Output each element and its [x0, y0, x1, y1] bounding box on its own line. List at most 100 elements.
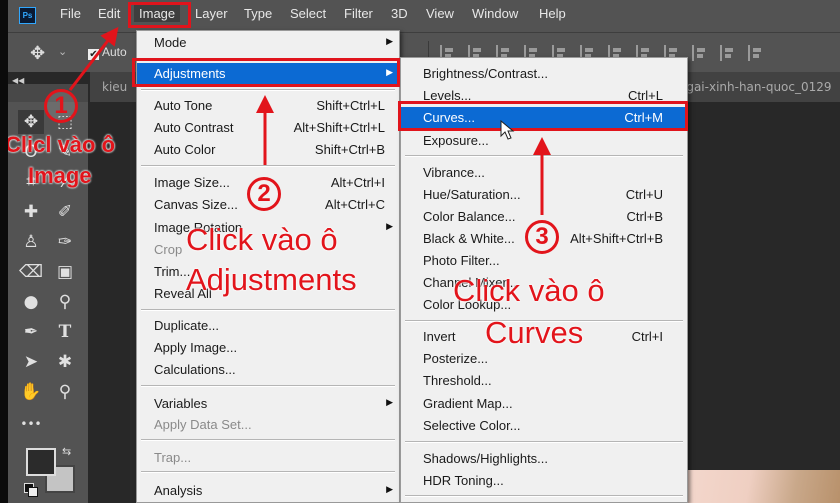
step-2-text-line2: Adjustments [186, 262, 357, 297]
menu-item-levels[interactable]: Levels... Ctrl+L [401, 85, 687, 107]
menu-separator [405, 441, 683, 443]
menu-bar: Ps File Edit Image Layer Type Select Fil… [0, 0, 840, 32]
menu-item-exposure[interactable]: Exposure... [401, 130, 687, 152]
menu-item-shadows-highlights[interactable]: Shadows/Highlights... [401, 448, 687, 470]
more-tools-icon[interactable]: ••• [18, 412, 44, 436]
menu-item-duplicate[interactable]: Duplicate... [137, 315, 399, 337]
menu-item-shortcut: Alt+Shift+Ctrl+L [293, 120, 385, 135]
custom-shape-icon[interactable]: ✱ [52, 350, 78, 374]
menu-item-auto-tone[interactable]: Auto Tone Shift+Ctrl+L [137, 95, 399, 117]
menu-item-label: Vibrance... [423, 165, 485, 180]
menu-item-label: Selective Color... [423, 418, 521, 433]
hand-icon[interactable]: ✋ [18, 380, 44, 404]
swap-colors-icon[interactable]: ⇆ [62, 445, 71, 458]
menu-item-adjustments[interactable]: Adjustments ▶ [137, 63, 399, 85]
step-2-text-line1: Click vào ô [186, 222, 338, 257]
menu-item-trap: Trap... [137, 447, 399, 469]
menu-item-shortcut: Alt+Ctrl+I [330, 175, 385, 190]
menu-3d[interactable]: 3D [391, 6, 408, 21]
menu-edit[interactable]: Edit [98, 6, 120, 21]
menu-help[interactable]: Help [539, 6, 566, 21]
tool-preset-chevron-icon[interactable]: ⌄ [58, 45, 67, 58]
dodge-icon[interactable]: ⚲ [52, 290, 78, 314]
menu-separator [141, 58, 395, 60]
menu-file[interactable]: File [60, 6, 81, 21]
mouse-cursor-icon [500, 120, 515, 140]
menu-separator [141, 89, 395, 91]
step-3-text-line2: Curves [485, 315, 584, 350]
menu-item-gradient-map[interactable]: Gradient Map... [401, 393, 687, 415]
move-tool-icon[interactable]: ✥ [30, 43, 45, 64]
zoom-icon[interactable]: ⚲ [52, 380, 78, 404]
menu-item-label: Auto Contrast [154, 120, 234, 135]
menu-item-auto-color[interactable]: Auto Color Shift+Ctrl+B [137, 139, 399, 161]
menu-item-label: Posterize... [423, 351, 489, 366]
menu-item-curves[interactable]: Curves... Ctrl+M [401, 107, 687, 129]
history-brush-icon[interactable]: ✑ [52, 230, 78, 254]
menu-filter[interactable]: Filter [344, 6, 373, 21]
healing-brush-icon[interactable]: ✚ [18, 200, 44, 224]
menu-item-label: Auto Color [154, 142, 216, 157]
menu-item-apply-image[interactable]: Apply Image... [137, 337, 399, 359]
clone-stamp-icon[interactable]: ♙ [18, 230, 44, 254]
menu-item-label: Duplicate... [154, 318, 220, 333]
menu-item-analysis[interactable]: Analysis ▶ [137, 480, 399, 502]
menu-separator [141, 385, 395, 387]
step-3-text-line1: Click vào ô [453, 273, 605, 308]
submenu-arrow-icon: ▶ [386, 397, 393, 407]
menu-item-label: Variables [154, 396, 208, 411]
photoshop-logo-icon: Ps [19, 7, 36, 24]
menu-item-shortcut: Ctrl+I [631, 329, 663, 344]
menu-select[interactable]: Select [290, 6, 326, 21]
menu-item-brightness-contrast[interactable]: Brightness/Contrast... [401, 63, 687, 85]
menu-type[interactable]: Type [244, 6, 272, 21]
menu-item-variables[interactable]: Variables ▶ [137, 393, 399, 415]
menu-image[interactable]: Image [134, 5, 181, 22]
menu-layer[interactable]: Layer [195, 6, 228, 21]
menu-separator [405, 495, 683, 497]
submenu-arrow-icon: ▶ [386, 221, 393, 231]
menu-separator [141, 309, 395, 311]
eraser-icon[interactable]: ⌫ [18, 260, 44, 284]
step-1-badge: 1 [44, 89, 78, 123]
menu-item-hdr-toning[interactable]: HDR Toning... [401, 470, 687, 492]
path-select-icon[interactable]: ➤ [18, 350, 44, 374]
menu-item-threshold[interactable]: Threshold... [401, 370, 687, 392]
menu-item-label: Image Size... [154, 175, 230, 190]
step-1-text-line1: Clicl vào ô [5, 132, 116, 157]
default-colors-icon[interactable] [24, 483, 38, 497]
step-1-text-line2: Image [28, 163, 92, 188]
checkmark-icon: ✔ [88, 49, 99, 60]
submenu-arrow-icon: ▶ [386, 67, 393, 77]
distribute-right-icon[interactable] [748, 45, 762, 61]
menu-item-label: Calculations... [154, 362, 236, 377]
auto-select-checkbox[interactable]: ✔ Auto [88, 45, 127, 60]
menu-item-calculations[interactable]: Calculations... [137, 359, 399, 381]
gradient-icon[interactable]: ▣ [52, 260, 78, 284]
move-icon[interactable]: ✥ [18, 110, 44, 134]
menu-item-selective-color[interactable]: Selective Color... [401, 415, 687, 437]
distribute-left-icon[interactable] [692, 45, 706, 61]
menu-item-label: Curves... [423, 110, 476, 125]
document-tab-title[interactable]: kieu [102, 80, 127, 94]
type-icon[interactable]: T [52, 320, 78, 344]
menu-item-auto-contrast[interactable]: Auto Contrast Alt+Shift+Ctrl+L [137, 117, 399, 139]
brush-icon[interactable]: ✐ [52, 200, 78, 224]
menu-item-label: Brightness/Contrast... [423, 66, 548, 81]
menu-window[interactable]: Window [472, 6, 518, 21]
menu-item-label: Levels... [423, 88, 472, 103]
menu-item-hue-saturation[interactable]: Hue/Saturation... Ctrl+U [401, 184, 687, 206]
menu-item-vibrance[interactable]: Vibrance... [401, 162, 687, 184]
document-tab-title-end[interactable]: -gai-xinh-han-quoc_0129 [682, 80, 832, 94]
blur-icon[interactable]: ● [18, 290, 44, 314]
menu-item-label: Trim... [154, 264, 191, 279]
pen-icon[interactable]: ✒ [18, 320, 44, 344]
foreground-color-swatch[interactable] [26, 448, 56, 476]
menu-item-shortcut: Alt+Shift+Ctrl+B [570, 231, 663, 246]
distribute-hcenter-icon[interactable] [720, 45, 734, 61]
menu-item-label: Threshold... [423, 373, 492, 388]
menu-item-mode[interactable]: Mode ▶ [137, 32, 399, 54]
menu-item-posterize[interactable]: Posterize... [401, 348, 687, 370]
menu-item-shortcut: Alt+Ctrl+C [325, 197, 385, 212]
menu-view[interactable]: View [426, 6, 454, 21]
